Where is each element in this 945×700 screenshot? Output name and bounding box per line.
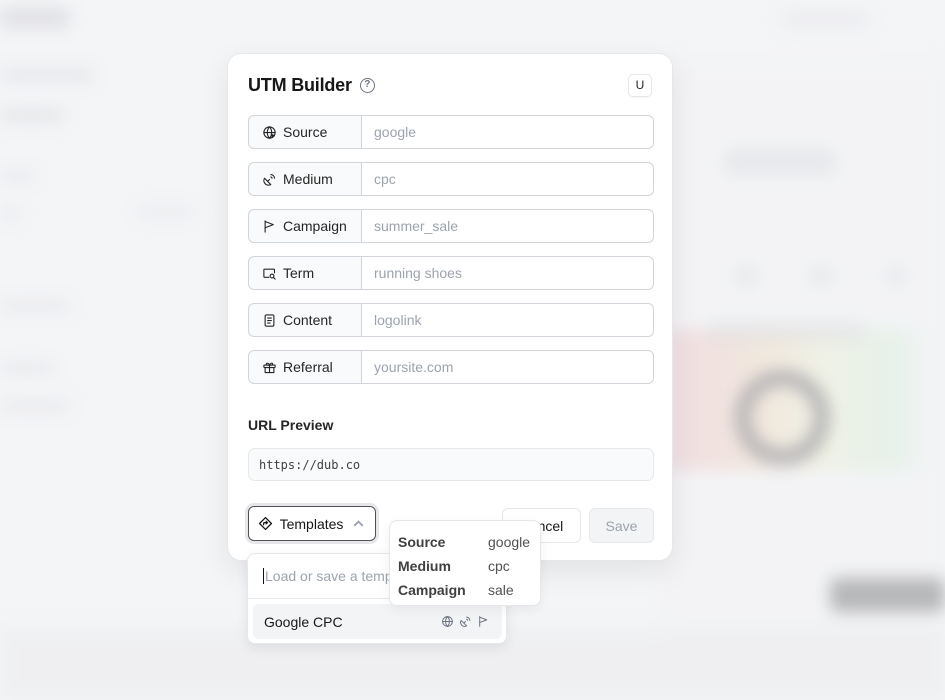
field-label: Content — [248, 303, 361, 337]
field-label: Campaign — [248, 209, 361, 243]
template-item-icons — [441, 615, 490, 628]
globe-icon — [442, 616, 453, 627]
globe-icon — [263, 125, 276, 139]
tooltip-key: Campaign — [398, 582, 466, 598]
gift-icon — [263, 362, 276, 373]
modal-header: UTM Builder ? U — [248, 72, 652, 98]
modal-title: UTM Builder — [248, 74, 352, 95]
tooltip-value: sale — [488, 582, 514, 598]
field-campaign: Campaign — [248, 209, 654, 243]
medium-input[interactable] — [361, 162, 654, 196]
diamond-arrow-icon — [258, 516, 272, 531]
satellite-dish-icon — [263, 173, 276, 186]
flag-icon — [479, 616, 488, 627]
tooltip-row: Source google — [398, 530, 532, 554]
field-label-text: Source — [283, 124, 328, 140]
field-source: Source — [248, 115, 654, 149]
field-label-text: Term — [283, 265, 315, 281]
utm-fields: Source Medium Campaign Term — [248, 115, 654, 397]
utm-builder-modal: UTM Builder ? U Source Medium Campaign — [227, 53, 673, 561]
field-medium: Medium — [248, 162, 654, 196]
field-label: Source — [248, 115, 361, 149]
flag-icon — [264, 219, 274, 233]
field-term: Term — [248, 256, 654, 290]
tooltip-row: Medium cpc — [398, 554, 532, 578]
file-text-icon — [264, 313, 275, 327]
field-label: Referral — [248, 350, 361, 384]
field-label-text: Medium — [283, 171, 333, 187]
field-label-text: Campaign — [283, 218, 347, 234]
templates-button[interactable]: Templates — [248, 506, 376, 541]
field-label-text: Content — [283, 312, 333, 328]
satellite-dish-icon — [460, 616, 471, 627]
tooltip-key: Source — [398, 534, 446, 550]
search-window-icon — [263, 268, 276, 280]
tooltip-value: google — [488, 534, 531, 550]
template-preview-tooltip: Source google Medium cpc Campaign sale — [389, 520, 541, 606]
tooltip-key: Medium — [398, 558, 451, 574]
keyboard-shortcut-badge: U — [628, 73, 652, 97]
source-input[interactable] — [361, 115, 654, 149]
tooltip-value: cpc — [488, 558, 510, 574]
field-label: Medium — [248, 162, 361, 196]
field-referral: Referral — [248, 350, 654, 384]
field-label-text: Referral — [283, 359, 333, 375]
url-preview: https://dub.co — [248, 448, 654, 481]
term-input[interactable] — [361, 256, 654, 290]
tooltip-row: Campaign sale — [398, 578, 532, 602]
campaign-input[interactable] — [361, 209, 654, 243]
help-circle-icon[interactable]: ? — [359, 77, 375, 93]
content-input[interactable] — [361, 303, 654, 337]
field-content: Content — [248, 303, 654, 337]
referral-input[interactable] — [361, 350, 654, 384]
templates-button-label: Templates — [279, 515, 344, 532]
chevron-up-icon — [354, 520, 364, 527]
url-preview-label: URL Preview — [248, 417, 334, 433]
field-label: Term — [248, 256, 361, 290]
template-item[interactable]: Google CPC — [253, 604, 502, 639]
save-button[interactable]: Save — [589, 508, 654, 543]
template-item-name: Google CPC — [264, 613, 343, 630]
